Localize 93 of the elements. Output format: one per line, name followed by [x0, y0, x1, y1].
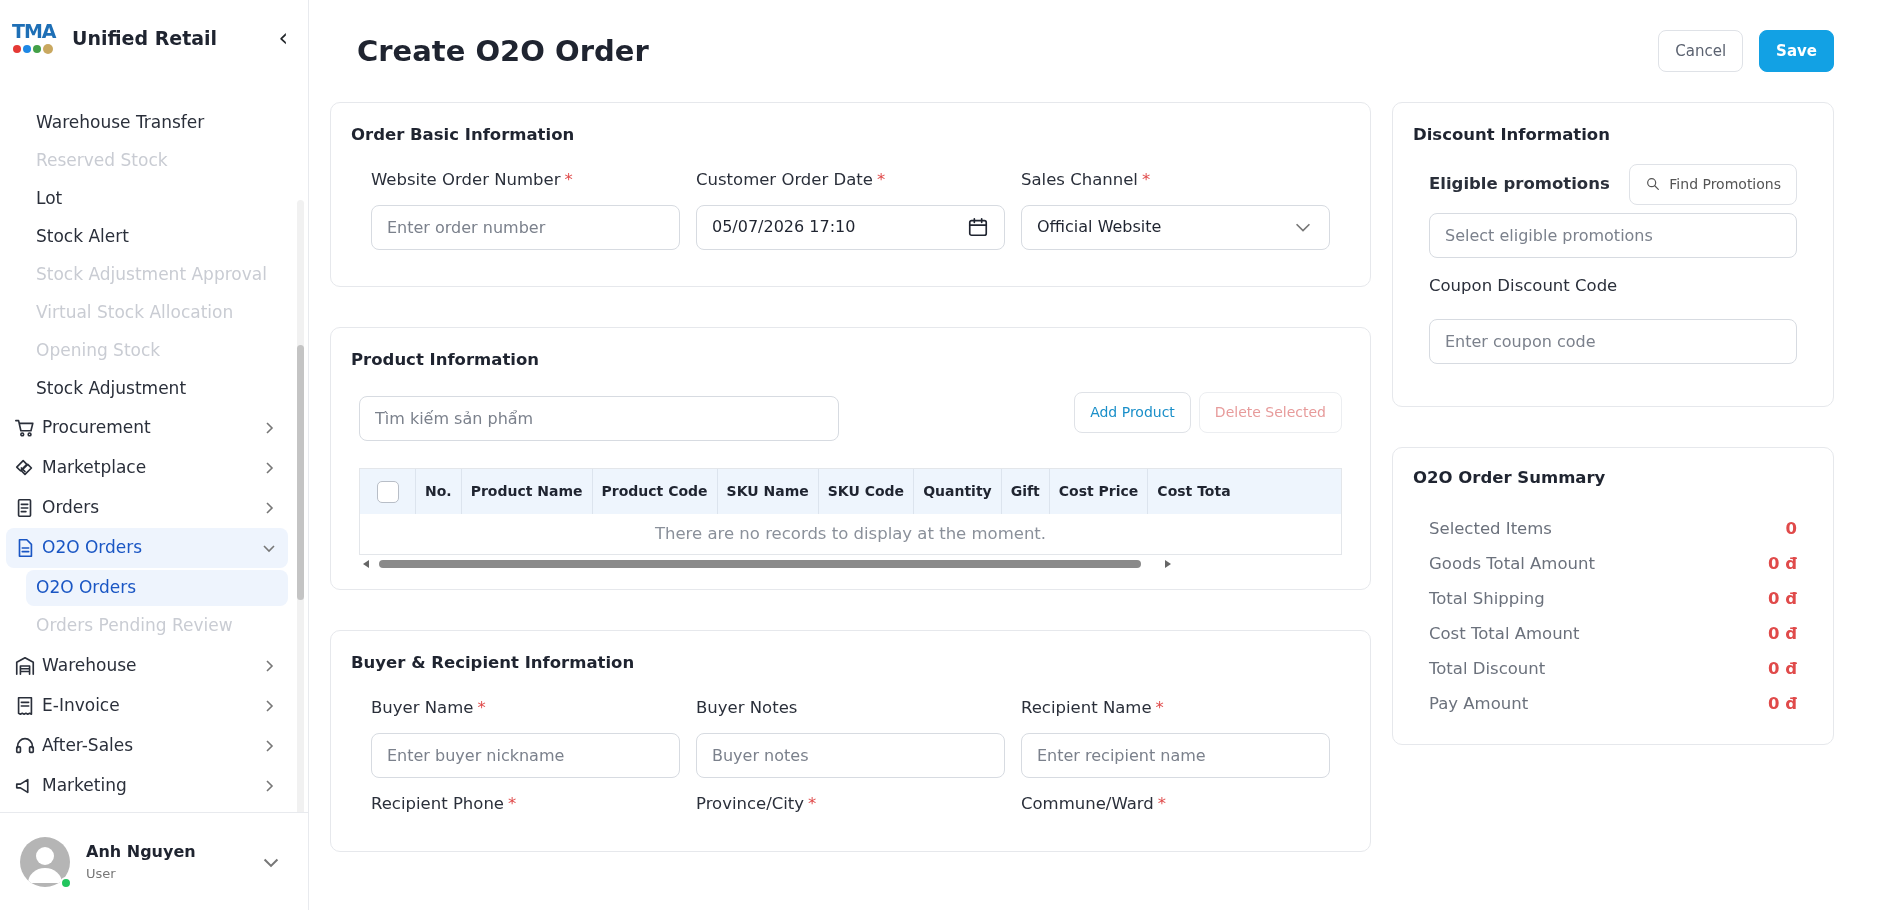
date-field[interactable]: 05/07/2026 17:10: [696, 204, 1005, 250]
column-header: Cost Price: [1049, 469, 1149, 515]
avatar: [20, 836, 70, 887]
field-label: Recipient Name: [1021, 697, 1152, 719]
field-label: Eligible promotions: [1429, 172, 1610, 195]
scrollbar-thumb[interactable]: [297, 345, 304, 600]
section-title: O2O Order Summary: [1413, 466, 1607, 489]
section-title: Product Information: [351, 348, 541, 371]
sidebar-group[interactable]: O2O Orders: [6, 528, 288, 568]
input-field[interactable]: Buyer notes: [696, 732, 1005, 778]
sidebar-item[interactable]: O2O Orders: [26, 570, 288, 606]
summary-value: 0 đ: [1767, 623, 1797, 646]
summary-value: 0 đ: [1767, 553, 1797, 576]
sidebar-item[interactable]: Stock Alert: [6, 218, 288, 256]
column-header: SKU Code: [818, 469, 915, 515]
page-title: Create O2O Order: [357, 33, 649, 69]
calendar-icon: [967, 216, 989, 238]
required-asterisk: *: [1157, 792, 1166, 815]
sidebar-group[interactable]: After-Sales: [6, 726, 288, 766]
cancel-button[interactable]: Cancel: [1658, 29, 1744, 73]
summary-value: 0 đ: [1767, 658, 1797, 681]
field-label: Website Order Number: [371, 168, 561, 191]
sidebar-group-label: Warehouse: [42, 654, 137, 678]
field-label: Sales Channel: [1021, 168, 1138, 191]
input-field[interactable]: Enter recipient name: [1021, 732, 1330, 778]
field-label: Province/City: [696, 792, 805, 815]
logo-dots-icon: [12, 44, 56, 54]
input-field[interactable]: Enter coupon code: [1429, 318, 1797, 364]
sidebar-group-label: After-Sales: [42, 734, 134, 758]
app-title: Unified Retail: [72, 25, 218, 51]
search-icon: [1645, 176, 1662, 193]
add-product-button[interactable]: Add Product: [1074, 392, 1191, 434]
required-asterisk: *: [1141, 168, 1151, 191]
summary-label: Total Shipping: [1429, 588, 1545, 611]
sidebar-item[interactable]: Warehouse Transfer: [6, 104, 288, 142]
summary-label: Total Discount: [1429, 658, 1546, 681]
column-header: No.: [416, 469, 462, 515]
warehouse-icon: [14, 655, 36, 677]
summary-label: Pay Amount: [1429, 693, 1529, 716]
sidebar-item[interactable]: Lot: [6, 180, 288, 218]
field-label: Customer Order Date: [696, 168, 873, 191]
sidebar-group[interactable]: Marketplace: [6, 448, 288, 488]
sidebar-group[interactable]: Orders: [6, 488, 288, 528]
select-field[interactable]: Official Website: [1021, 204, 1330, 250]
sidebar-group-label: O2O Orders: [42, 536, 143, 560]
required-asterisk: *: [477, 697, 486, 719]
column-header: Product Code: [592, 469, 718, 515]
column-header: Product Name: [461, 469, 593, 515]
sidebar-group-label: E-Invoice: [42, 694, 120, 718]
sidebar-group[interactable]: E-Invoice: [6, 686, 288, 726]
sidebar-group-label: Marketing: [42, 774, 127, 798]
select-field[interactable]: Select eligible promotions: [1429, 212, 1797, 258]
column-header: Quantity: [914, 469, 1002, 515]
summary-label: Selected Items: [1429, 518, 1552, 541]
section-title: Order Basic Information: [351, 124, 576, 146]
required-asterisk: *: [564, 168, 573, 191]
sidebar-group-label: Marketplace: [42, 456, 147, 480]
cart-icon: [14, 417, 36, 439]
sidebar-group-label: Orders: [42, 496, 100, 520]
summary-value: 0 đ: [1767, 588, 1797, 611]
sidebar-group[interactable]: Warehouse: [6, 646, 288, 686]
logo-text: TMA: [12, 22, 56, 41]
section-title: Discount Information: [1413, 124, 1611, 146]
empty-message: There are no records to display at the moment.: [653, 523, 1048, 546]
required-asterisk: *: [508, 792, 517, 815]
sidebar-group-label: Procurement: [42, 416, 151, 440]
summary-label: Goods Total Amount: [1429, 553, 1595, 576]
field-label: Buyer Name: [371, 697, 474, 719]
input-field[interactable]: Enter buyer nickname: [371, 732, 680, 778]
input-field[interactable]: Enter order number: [371, 204, 680, 250]
required-asterisk: *: [876, 168, 886, 191]
summary-label: Cost Total Amount: [1429, 623, 1580, 646]
field-label: Coupon Discount Code: [1428, 274, 1619, 297]
user-role: User: [86, 864, 117, 883]
user-name: Anh Nguyen: [86, 840, 196, 863]
find-promotions-button[interactable]: Find Promotions: [1629, 163, 1797, 205]
summary-value: 0 đ: [1767, 693, 1797, 716]
collapse-button[interactable]: ‹: [278, 26, 288, 50]
sidebar-group[interactable]: Marketing: [6, 766, 288, 806]
column-header: Gift: [1001, 469, 1050, 515]
sidebar-item[interactable]: Stock Adjustment: [6, 370, 288, 408]
sidebar-group[interactable]: Procurement: [6, 408, 288, 448]
column-header: Cost Tota: [1156, 482, 1232, 502]
required-asterisk: *: [1155, 697, 1164, 719]
section-title: Buyer & Recipient Information: [351, 652, 636, 675]
field-label: Buyer Notes: [696, 697, 798, 719]
column-header: SKU Name: [717, 469, 819, 515]
search-field[interactable]: Tìm kiếm sản phẩm: [359, 396, 839, 442]
field-label: Recipient Phone: [371, 792, 505, 815]
field-label: Commune/Ward: [1021, 792, 1154, 815]
select-all-checkbox[interactable]: [376, 480, 399, 503]
required-asterisk: *: [808, 792, 817, 815]
summary-value: 0: [1785, 518, 1797, 541]
